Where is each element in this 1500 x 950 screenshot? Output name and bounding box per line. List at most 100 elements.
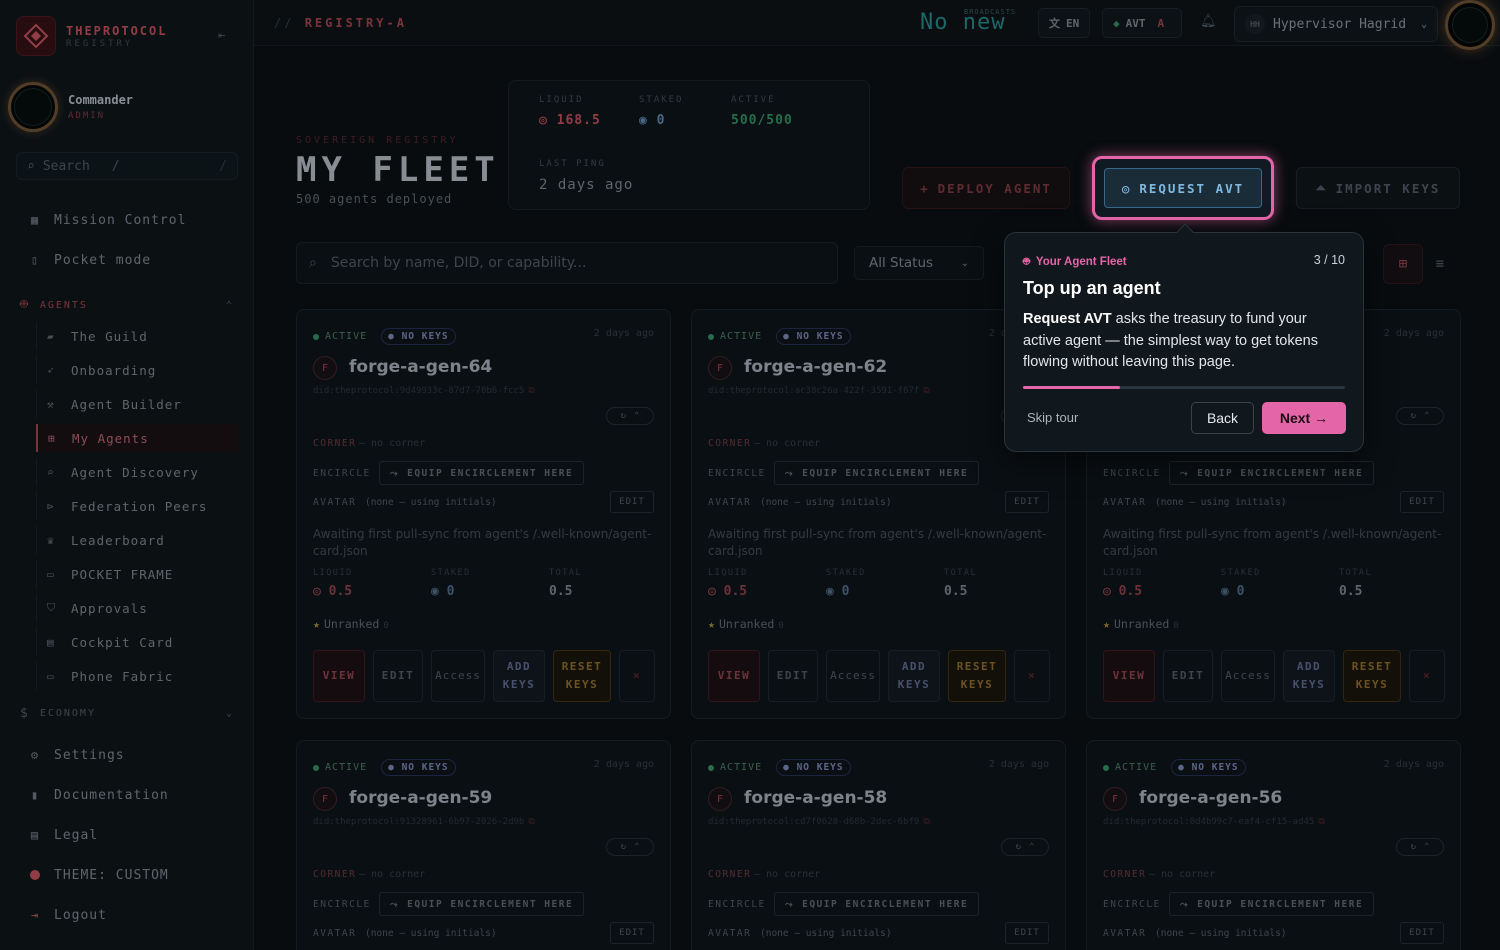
reset-keys-button[interactable]: RESET KEYS xyxy=(948,650,1006,702)
grid-view-toggle[interactable]: ⊞ xyxy=(1383,244,1423,284)
card-expand-toggle[interactable]: ↻⌃ xyxy=(1001,838,1049,856)
list-view-toggle[interactable]: ≡ xyxy=(1420,244,1460,284)
encircle-label: ENCIRCLE xyxy=(708,468,766,479)
broadcast-ticker[interactable]: No new BROADCASTS xyxy=(920,8,1015,35)
card-expand-toggle[interactable]: ↻⌃ xyxy=(606,407,654,425)
chevron-up-icon: ⌃ xyxy=(1424,411,1430,421)
sidebar-item-my-agents[interactable]: ⊞ My Agents xyxy=(36,424,238,452)
access-button[interactable]: Access xyxy=(826,650,880,702)
equip-encirclement-button[interactable]: ⤳ EQUIP ENCIRCLEMENT HERE xyxy=(379,892,585,916)
copy-icon[interactable]: ⧉ xyxy=(923,386,929,396)
access-button[interactable]: Access xyxy=(431,650,485,702)
nav-settings[interactable]: ⚙ Settings xyxy=(16,739,238,771)
edit-button[interactable]: EDIT xyxy=(373,650,423,702)
monitor-icon: ▭ xyxy=(47,669,55,683)
logo-icon xyxy=(16,16,56,56)
equip-encirclement-button[interactable]: ⤳ EQUIP ENCIRCLEMENT HERE xyxy=(774,892,980,916)
economy-section-toggle[interactable]: $ ECONOMY ⌄ xyxy=(20,706,234,721)
agents-section-toggle[interactable]: 🤖︎ AGENTS ⌃ xyxy=(20,296,234,314)
status-filter-select[interactable]: All Status ⌄ xyxy=(854,246,984,280)
metric-value: 0.5 xyxy=(328,584,353,599)
delete-button[interactable]: × xyxy=(619,650,655,702)
sidebar-item-phone-fabric[interactable]: ▭ Phone Fabric xyxy=(36,662,238,690)
avatar-label: AVATAR xyxy=(708,497,752,508)
tour-back-button[interactable]: Back xyxy=(1191,402,1254,434)
tour-next-button[interactable]: Next → xyxy=(1262,402,1346,434)
avatar-edit-button[interactable]: EDIT xyxy=(1005,922,1049,944)
copy-icon[interactable]: ⧉ xyxy=(528,386,534,396)
avatar-edit-button[interactable]: EDIT xyxy=(1005,491,1049,513)
reset-keys-button[interactable]: RESET KEYS xyxy=(1343,650,1401,702)
agent-name[interactable]: forge-a-gen-56 xyxy=(1139,788,1282,808)
skip-tour-button[interactable]: Skip tour xyxy=(1027,410,1078,425)
brand[interactable]: THEPROTOCOL REGISTRY xyxy=(16,16,167,56)
equip-encirclement-button[interactable]: ⤳ EQUIP ENCIRCLEMENT HERE xyxy=(774,461,980,485)
view-button[interactable]: VIEW xyxy=(313,650,365,702)
avt-button[interactable]: ◆ AVT A xyxy=(1102,8,1182,38)
agent-name[interactable]: forge-a-gen-59 xyxy=(349,788,492,808)
edit-button[interactable]: EDIT xyxy=(1163,650,1213,702)
nav-logout[interactable]: ⇥ Logout xyxy=(16,899,238,931)
add-keys-button[interactable]: ADD KEYS xyxy=(1283,650,1335,702)
card-icon: ▤ xyxy=(47,635,55,649)
agent-card[interactable]: ACTIVE ● NO KEYS 2 days ago F forge-a-gen… xyxy=(296,309,671,719)
reset-keys-button[interactable]: RESET KEYS xyxy=(553,650,611,702)
sidebar-item-federation-peers[interactable]: ⊳ Federation Peers xyxy=(36,492,238,520)
user-profile[interactable]: Commander ADMIN xyxy=(8,82,133,132)
deploy-agent-button[interactable]: + DEPLOY AGENT xyxy=(902,167,1070,209)
sidebar-item-approvals[interactable]: ⛉ Approvals xyxy=(36,594,238,622)
add-keys-button[interactable]: ADD KEYS xyxy=(888,650,940,702)
agent-name[interactable]: forge-a-gen-62 xyxy=(744,357,887,377)
collapse-sidebar-icon[interactable]: ⇤ xyxy=(218,28,225,42)
delete-button[interactable]: × xyxy=(1409,650,1445,702)
sidebar-item-pocket-frame[interactable]: ▭ POCKET FRAME xyxy=(36,560,238,588)
operator-menu[interactable]: HH Hypervisor Hagrid ⌄ xyxy=(1234,6,1438,42)
equip-encirclement-button[interactable]: ⤳ EQUIP ENCIRCLEMENT HERE xyxy=(379,461,585,485)
no-keys-badge: ● NO KEYS xyxy=(776,759,851,776)
edit-button[interactable]: EDIT xyxy=(768,650,818,702)
fleet-search-input[interactable]: ⌕ Search by name, DID, or capability... xyxy=(296,242,838,284)
no-keys-text: NO KEYS xyxy=(796,331,844,342)
sidebar-item-agent-discovery[interactable]: ⌕ Agent Discovery xyxy=(36,458,238,486)
nav-legal[interactable]: ▤ Legal xyxy=(16,819,238,851)
access-button[interactable]: Access xyxy=(1221,650,1275,702)
avatar-edit-button[interactable]: EDIT xyxy=(1400,491,1444,513)
profile-avatar[interactable] xyxy=(1442,0,1498,50)
agent-did-text: did:theprotocol:9d49933c-87d7-70b6-fcc5 xyxy=(313,386,525,396)
delete-button[interactable]: × xyxy=(1014,650,1050,702)
equip-encirclement-button[interactable]: ⤳ EQUIP ENCIRCLEMENT HERE xyxy=(1169,461,1375,485)
sidebar-item-the-guild[interactable]: ▰ The Guild xyxy=(36,322,238,350)
request-avt-button[interactable]: ◎ REQUEST AVT xyxy=(1104,168,1262,208)
sidebar-item-agent-builder[interactable]: ⚒ Agent Builder xyxy=(36,390,238,418)
avatar-edit-button[interactable]: EDIT xyxy=(610,491,654,513)
agent-name[interactable]: forge-a-gen-64 xyxy=(349,357,492,377)
import-keys-button[interactable]: ⏶ IMPORT KEYS xyxy=(1296,167,1460,209)
nav-documentation[interactable]: ▮ Documentation xyxy=(16,779,238,811)
copy-icon[interactable]: ⧉ xyxy=(528,817,534,827)
sidebar-search-input[interactable]: ⌕ Search / / xyxy=(16,152,238,180)
sidebar-item-cockpit-card[interactable]: ▤ Cockpit Card xyxy=(36,628,238,656)
view-button[interactable]: VIEW xyxy=(708,650,760,702)
nav-theme[interactable]: THEME: CUSTOM xyxy=(16,859,238,891)
nav-pocket-mode[interactable]: ▯ Pocket mode xyxy=(16,244,238,276)
card-expand-toggle[interactable]: ↻⌃ xyxy=(1396,407,1444,425)
agent-card[interactable]: ACTIVE ● NO KEYS 2 days ago F forge-a-gen… xyxy=(296,740,671,950)
language-button[interactable]: 文 EN xyxy=(1038,8,1091,38)
breadcrumb: // REGISTRY-A xyxy=(274,16,407,30)
view-button[interactable]: VIEW xyxy=(1103,650,1155,702)
equip-encirclement-button[interactable]: ⤳ EQUIP ENCIRCLEMENT HERE xyxy=(1169,892,1375,916)
copy-icon[interactable]: ⧉ xyxy=(1318,817,1324,827)
agent-card[interactable]: ACTIVE ● NO KEYS 2 days ago F forge-a-gen… xyxy=(1086,740,1461,950)
nav-mission-control[interactable]: ▦ Mission Control xyxy=(16,204,238,236)
card-expand-toggle[interactable]: ↻⌃ xyxy=(606,838,654,856)
bell-icon[interactable]: 🔔︎ xyxy=(1200,14,1217,30)
sidebar-item-onboarding[interactable]: ➶ Onboarding xyxy=(36,356,238,384)
copy-icon[interactable]: ⧉ xyxy=(923,817,929,827)
agent-card[interactable]: ACTIVE ● NO KEYS 2 days ago F forge-a-gen… xyxy=(691,740,1066,950)
add-keys-button[interactable]: ADD KEYS xyxy=(493,650,545,702)
agent-name[interactable]: forge-a-gen-58 xyxy=(744,788,887,808)
sidebar-item-leaderboard[interactable]: ♛ Leaderboard xyxy=(36,526,238,554)
card-expand-toggle[interactable]: ↻⌃ xyxy=(1396,838,1444,856)
avatar-edit-button[interactable]: EDIT xyxy=(610,922,654,944)
avatar-edit-button[interactable]: EDIT xyxy=(1400,922,1444,944)
